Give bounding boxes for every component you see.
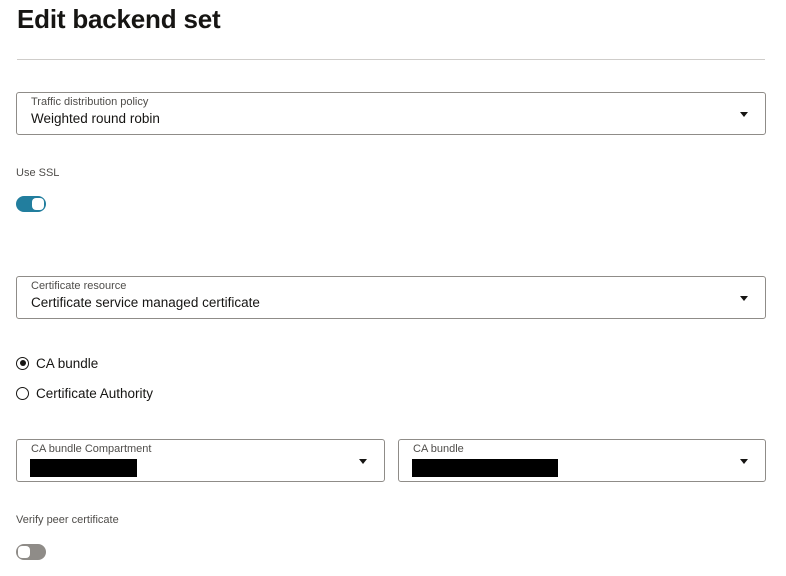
radio-ca-bundle-label: CA bundle (36, 355, 99, 371)
traffic-distribution-policy-value: Weighted round robin (31, 111, 160, 126)
certificate-resource-select[interactable]: Certificate resource Certificate service… (16, 276, 766, 319)
radio-certificate-authority[interactable]: Certificate Authority (16, 384, 153, 402)
traffic-distribution-policy-select[interactable]: Traffic distribution policy Weighted rou… (16, 92, 766, 135)
verify-peer-certificate-label: Verify peer certificate (16, 514, 119, 526)
verify-peer-certificate-toggle[interactable] (16, 544, 46, 560)
toggle-knob (18, 546, 30, 558)
certificate-resource-label: Certificate resource (31, 280, 127, 292)
toggle-knob (32, 198, 44, 210)
ca-bundle-compartment-label: CA bundle Compartment (31, 443, 152, 455)
radio-button-unchecked[interactable] (16, 386, 29, 400)
caret-down-icon (740, 458, 748, 464)
redacted-value (412, 459, 558, 477)
page-title: Edit backend set (17, 4, 221, 34)
radio-ca-bundle[interactable]: CA bundle (16, 354, 98, 372)
caret-down-icon (359, 458, 367, 464)
ca-bundle-select[interactable]: CA bundle (398, 439, 766, 482)
ca-bundle-compartment-select[interactable]: CA bundle Compartment (16, 439, 385, 482)
edit-backend-set-panel: Edit backend set Traffic distribution po… (0, 0, 786, 576)
certificate-resource-value: Certificate service managed certificate (31, 295, 260, 310)
redacted-value (30, 459, 137, 477)
ca-bundle-label: CA bundle (413, 443, 464, 455)
radio-button-checked[interactable] (16, 356, 29, 370)
header-divider (17, 59, 765, 60)
caret-down-icon (740, 111, 748, 117)
traffic-distribution-policy-label: Traffic distribution policy (31, 96, 149, 108)
use-ssl-label: Use SSL (16, 167, 60, 179)
use-ssl-toggle[interactable] (16, 196, 46, 212)
radio-certificate-authority-label: Certificate Authority (36, 385, 154, 401)
caret-down-icon (740, 295, 748, 301)
